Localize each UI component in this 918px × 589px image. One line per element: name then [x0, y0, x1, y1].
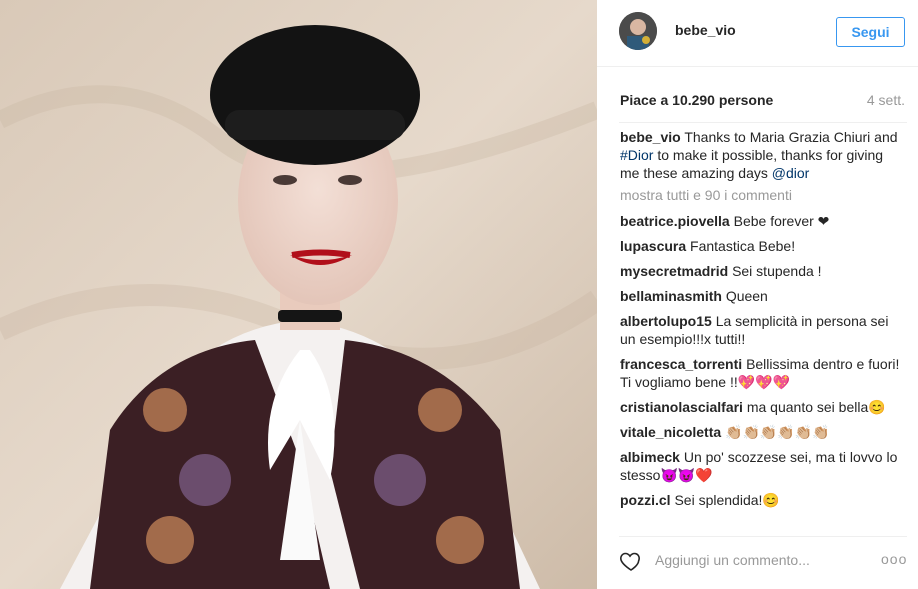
post-caption: bebe_vio Thanks to Maria Grazia Chiuri a…: [620, 128, 905, 182]
comment-text: Sei stupenda !: [732, 263, 822, 279]
post-photo-image: [0, 0, 597, 589]
comment-item: pozzi.cl Sei splendida!😊: [620, 491, 905, 509]
caption-text-1: Thanks to Maria Grazia Chiuri and: [684, 129, 898, 145]
comment-item: albertolupo15 La semplicità in persona s…: [620, 312, 905, 348]
comment-item: lupascura Fantastica Bebe!: [620, 237, 905, 255]
comment-item: mysecretmadrid Sei stupenda !: [620, 262, 905, 280]
post-footer: Aggiungi un commento... ooo: [597, 537, 918, 589]
post-header: bebe_vio Segui: [597, 0, 918, 67]
post-sidebar: bebe_vio Segui Piace a 10.290 persone 4 …: [597, 0, 918, 589]
avatar-icon: [619, 12, 657, 50]
comment-item: bellaminasmith Queen: [620, 287, 905, 305]
caption-username[interactable]: bebe_vio: [620, 129, 681, 145]
comment-username[interactable]: cristianolascialfari: [620, 399, 743, 415]
comment-text: Bebe forever ❤: [733, 213, 830, 229]
caption-hashtag[interactable]: #Dior: [620, 147, 653, 163]
comment-text: Sei splendida!😊: [674, 492, 780, 508]
post-meta: Piace a 10.290 persone 4 sett.: [620, 92, 905, 112]
post-username[interactable]: bebe_vio: [675, 22, 736, 38]
comment-item: cristianolascialfari ma quanto sei bella…: [620, 398, 905, 416]
comment-username[interactable]: pozzi.cl: [620, 492, 671, 508]
more-options-button[interactable]: ooo: [881, 551, 907, 571]
comment-username[interactable]: beatrice.piovella: [620, 213, 730, 229]
comment-text: Fantastica Bebe!: [690, 238, 796, 254]
comment-item: albimeck Un po' scozzese sei, ma ti lovv…: [620, 448, 905, 484]
comment-username[interactable]: francesca_torrenti: [620, 356, 742, 372]
divider: [619, 122, 907, 123]
comment-username[interactable]: lupascura: [620, 238, 686, 254]
comment-username[interactable]: albimeck: [620, 449, 680, 465]
comment-text: Queen: [725, 288, 768, 304]
add-comment-input[interactable]: Aggiungi un commento...: [655, 552, 810, 568]
likes-count[interactable]: Piace a 10.290 persone: [620, 92, 773, 108]
comment-username[interactable]: bellaminasmith: [620, 288, 722, 304]
comment-item: vitale_nicoletta 👏🏼👏🏼👏🏼👏🏼👏🏼👏🏼: [620, 423, 905, 441]
comment-username[interactable]: vitale_nicoletta: [620, 424, 721, 440]
follow-button[interactable]: Segui: [836, 17, 905, 47]
post-time[interactable]: 4 sett.: [867, 92, 905, 108]
avatar[interactable]: [619, 12, 657, 50]
caption-text-2: to make it possible, thanks for giving m…: [620, 147, 884, 181]
heart-icon[interactable]: [619, 549, 643, 573]
comment-item: francesca_torrenti Bellissima dentro e f…: [620, 355, 905, 391]
post-photo[interactable]: [0, 0, 597, 589]
comment-username[interactable]: mysecretmadrid: [620, 263, 728, 279]
comment-item: beatrice.piovella Bebe forever ❤: [620, 212, 905, 230]
comment-username[interactable]: albertolupo15: [620, 313, 712, 329]
comment-text: 👏🏼👏🏼👏🏼👏🏼👏🏼👏🏼: [725, 424, 830, 440]
caption-mention[interactable]: @dior: [772, 165, 810, 181]
view-all-comments-link[interactable]: mostra tutti e 90 i commenti: [620, 186, 905, 204]
comments-list[interactable]: bebe_vio Thanks to Maria Grazia Chiuri a…: [620, 128, 905, 526]
comment-text: ma quanto sei bella😊: [746, 399, 886, 415]
